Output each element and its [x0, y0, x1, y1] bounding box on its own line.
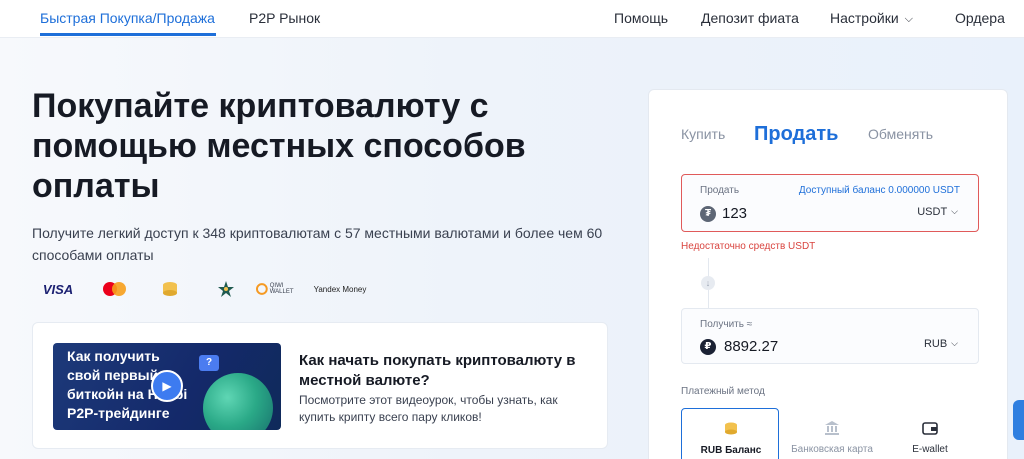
nav-help[interactable]: Помощь [614, 10, 668, 26]
chevron-down-icon: ⌵ [951, 206, 958, 216]
chevron-down-icon: ⌵ [904, 13, 913, 25]
mastercard-logo [88, 276, 140, 302]
thumb-line: биткойн на Huobi [67, 386, 188, 402]
receive-label: Получить ≈ [700, 319, 753, 330]
video-title[interactable]: Как начать покупать криптовалюту в местн… [299, 351, 599, 391]
thumb-line: свой первый [67, 367, 159, 383]
top-nav: Быстрая Покупка/Продажа P2P Рынок Помощь… [0, 0, 1024, 38]
tether-icon: ₮ [700, 206, 716, 222]
sell-amount-box: Продать Доступный баланс 0.000000 USDT ₮… [681, 174, 979, 232]
qiwi-logo-text: QIWI WALLET [269, 283, 294, 295]
receive-currency-select[interactable]: RUB ⌵ [924, 338, 958, 350]
play-icon[interactable]: ▶ [151, 370, 183, 402]
video-description: Посмотрите этот видеоурок, чтобы узнать,… [299, 393, 558, 424]
payment-method-rub-balance[interactable]: RUB Баланс [681, 408, 779, 459]
sell-currency-select[interactable]: USDT ⌵ [917, 206, 958, 218]
bank-icon [825, 421, 839, 435]
thumb-line: Как получить [67, 348, 160, 364]
payment-method-bank-card[interactable]: Банковская карта [783, 408, 881, 459]
ruble-icon: ₽ [700, 339, 716, 355]
nav-fiat-deposit[interactable]: Депозит фиата [701, 10, 799, 26]
nav-orders[interactable]: Ордера [955, 10, 1005, 26]
yandex-money-logo: Yandex Money [313, 284, 367, 294]
nav-settings-label: Настройки [830, 10, 899, 26]
receive-currency-label: RUB [923, 338, 948, 350]
arrow-down-icon: ↓ [701, 276, 715, 290]
error-message: Недостаточно средств USDT [681, 241, 816, 252]
sell-amount-input[interactable] [722, 202, 862, 224]
coins-icon [725, 422, 737, 435]
tab-buy[interactable]: Купить [681, 126, 725, 142]
trade-panel: Купить Продать Обменять Продать Доступны… [648, 89, 1008, 459]
sell-currency-label: USDT [917, 206, 948, 218]
qiwi-logo: QIWI WALLET [256, 276, 308, 302]
wallet-icon [922, 422, 938, 435]
thumb-line: P2P-трейдинге [67, 405, 170, 421]
coins-logo [144, 276, 196, 302]
receive-amount-value: 8892.27 [724, 338, 779, 355]
payment-method-label-text: E-wallet [912, 444, 948, 455]
visa-logo: VISA [42, 281, 74, 297]
tab-quick-buy-sell[interactable]: Быстрая Покупка/Продажа [40, 10, 215, 26]
video-thumbnail[interactable]: Как получить свой первый биткойн на Huob… [53, 343, 281, 430]
payment-method-label: Платежный метод [681, 386, 765, 397]
globe-graphic [203, 373, 273, 430]
sell-label: Продать [700, 185, 740, 196]
available-balance: Доступный баланс 0.000000 USDT [798, 185, 960, 196]
video-thumbnail-text: Как получить свой первый биткойн на Huob… [67, 347, 207, 423]
tab-sell[interactable]: Продать [754, 123, 838, 146]
star-bank-logo [200, 276, 252, 302]
payment-method-label-text: Банковская карта [791, 444, 873, 455]
receive-amount-box: Получить ≈ ₽ 8892.27 RUB ⌵ [681, 308, 979, 364]
question-badge: ? [199, 355, 219, 371]
chevron-down-icon: ⌵ [951, 338, 958, 348]
support-widget-tab[interactable] [1013, 400, 1024, 440]
page-title: Покупайте криптовалюту с помощью местных… [32, 87, 526, 205]
payment-method-label-text: RUB Баланс [700, 445, 762, 456]
page-subtitle: Получите легкий доступ к 348 криптовалют… [32, 225, 603, 263]
nav-settings[interactable]: Настройки ⌵ [830, 10, 913, 26]
tab-exchange[interactable]: Обменять [868, 126, 933, 142]
active-tab-underline [40, 33, 216, 36]
tab-p2p-market[interactable]: P2P Рынок [249, 10, 320, 26]
video-card: Как получить свой первый биткойн на Huob… [32, 322, 608, 449]
payment-method-e-wallet[interactable]: E-wallet [881, 408, 979, 459]
